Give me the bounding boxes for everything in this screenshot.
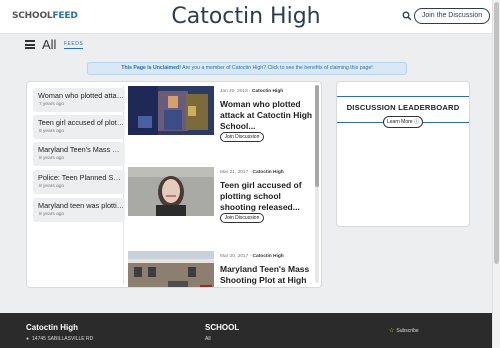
feed-card: Woman who plotted attack at Catoctin Hig… bbox=[26, 81, 322, 288]
top-bar: SCHOOLFEED Catoctin High Join the Discus… bbox=[0, 0, 492, 34]
sidebar-item[interactable]: Teen girl accused of plotting school sho… bbox=[33, 115, 125, 139]
footer-school-name: Catoctin High bbox=[26, 323, 78, 332]
sidebar-item-title: Police: Teen Planned Shooting bbox=[38, 173, 124, 182]
help-icon: ⓘ bbox=[413, 119, 419, 125]
hamburger-menu-icon[interactable] bbox=[25, 40, 35, 49]
article-thumbnail-image[interactable] bbox=[128, 86, 214, 135]
sidebar-item[interactable]: Police: Teen Planned Shooting 8 years ag… bbox=[33, 170, 125, 194]
sidebar-item[interactable]: Maryland Teen's Mass Shooting Plot 8 yea… bbox=[33, 142, 125, 166]
sidebar-item-age: 7 years ago bbox=[39, 102, 65, 107]
banner-bold-text: This Page is Unclaimed! bbox=[121, 65, 181, 71]
feed-scrollbar-thumb[interactable] bbox=[315, 85, 319, 187]
leaderboard-divider bbox=[337, 96, 469, 97]
sidebar-item-age: 8 years ago bbox=[39, 212, 65, 217]
leaderboard-title: DISCUSSION LEADERBOARD bbox=[346, 103, 460, 112]
article-item[interactable]: Mar 21, 2017 · Catoctin High Teen girl a… bbox=[128, 167, 314, 243]
article-date: Mar 20, 2017 · bbox=[220, 254, 253, 259]
footer-address-text: 14745 SABILLASVILLE RD bbox=[32, 336, 94, 342]
feed-scrollbar[interactable] bbox=[315, 85, 319, 283]
article-date: Mar 21, 2017 · bbox=[220, 170, 253, 175]
footer-address: ● 14745 SABILLASVILLE RD bbox=[26, 336, 93, 342]
article-title[interactable]: Teen girl accused of plotting school sho… bbox=[220, 180, 316, 213]
unclaimed-page-banner[interactable]: This Page is Unclaimed! Are you a member… bbox=[87, 62, 407, 75]
banner-text: Are you a member of Catoctin High? Click… bbox=[180, 65, 373, 71]
footer-section-heading: SCHOOL bbox=[205, 323, 240, 332]
join-discussion-button[interactable]: Join Discussion bbox=[220, 132, 264, 142]
sidebar-item-title: Maryland teen was plotting bbox=[38, 201, 124, 210]
sidebar-item-title: Maryland Teen's Mass Shooting Plot bbox=[38, 145, 124, 154]
join-discussion-button[interactable]: Join Discussion bbox=[220, 213, 264, 223]
article-thumbnail-image[interactable] bbox=[128, 251, 214, 288]
location-pin-icon: ● bbox=[26, 336, 30, 342]
article-meta: Mar 21, 2017 · Catoctin High bbox=[220, 170, 284, 175]
subscribe-label: Subscribe bbox=[396, 328, 419, 334]
article-item[interactable]: Jan 20, 2018 · Catoctin High Woman who p… bbox=[128, 86, 314, 162]
sidebar-item-title: Woman who plotted attack at Catoctin Hig… bbox=[38, 91, 124, 100]
article-title[interactable]: Woman who plotted attack at Catoctin Hig… bbox=[220, 99, 316, 132]
sidebar-item-age: 8 years ago bbox=[39, 184, 65, 189]
article-meta: Jan 20, 2018 · Catoctin High bbox=[220, 89, 283, 94]
article-thumbnail-image[interactable] bbox=[128, 167, 214, 216]
sidebar-item[interactable]: Maryland teen was plotting 8 years ago bbox=[33, 198, 125, 222]
sidebar-list: Woman who plotted attack at Catoctin Hig… bbox=[31, 86, 125, 284]
footer-link-all[interactable]: All bbox=[205, 336, 211, 342]
sidebar-item-title: Teen girl accused of plotting school sho… bbox=[38, 118, 124, 127]
page-scrollbar[interactable] bbox=[492, 0, 500, 348]
all-filter-label[interactable]: All bbox=[42, 37, 56, 52]
article-source[interactable]: Catoctin High bbox=[252, 89, 283, 94]
subscribe-link[interactable]: ☆ Subscribe bbox=[389, 327, 419, 334]
learn-more-label: Learn More bbox=[387, 119, 413, 125]
page-scrollbar-thumb[interactable] bbox=[494, 2, 499, 264]
article-source[interactable]: Catoctin High bbox=[253, 254, 284, 259]
tab-feeds[interactable]: FEEDS bbox=[64, 41, 84, 49]
footer: Catoctin High ● 14745 SABILLASVILLE RD SC… bbox=[0, 313, 492, 348]
sidebar-item[interactable]: Woman who plotted attack at Catoctin Hig… bbox=[33, 88, 125, 112]
discussion-leaderboard-panel: DISCUSSION LEADERBOARD Learn More ⓘ bbox=[336, 81, 470, 227]
article-meta: Mar 20, 2017 · Catoctin High bbox=[220, 254, 284, 259]
sidebar-item-age: 8 years ago bbox=[39, 129, 65, 134]
sidebar-item-age: 8 years ago bbox=[39, 156, 65, 161]
star-icon: ☆ bbox=[389, 328, 395, 334]
article-item[interactable]: Mar 20, 2017 · Catoctin High Maryland Te… bbox=[128, 251, 316, 288]
join-discussion-button[interactable]: Join the Discussion bbox=[414, 8, 490, 24]
learn-more-button[interactable]: Learn More ⓘ bbox=[383, 116, 423, 128]
article-source[interactable]: Catoctin High bbox=[253, 170, 284, 175]
article-title[interactable]: Maryland Teen's Mass Shooting Plot at Hi… bbox=[220, 264, 316, 287]
search-icon[interactable] bbox=[402, 11, 412, 21]
article-date: Jan 20, 2018 · bbox=[220, 89, 253, 94]
